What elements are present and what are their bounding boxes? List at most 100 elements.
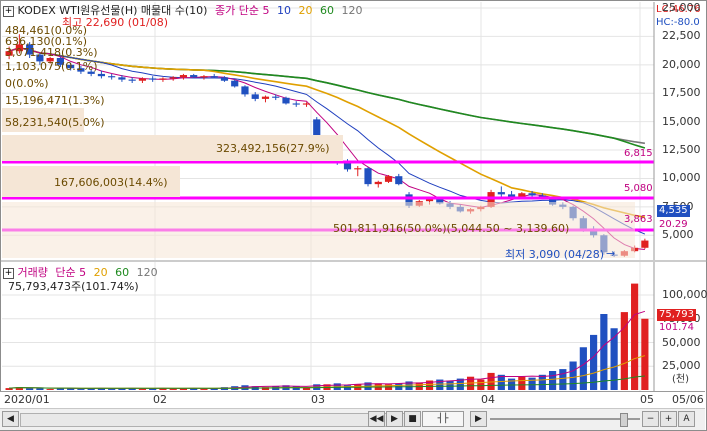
profile-label-4: 1,103,075(0.1%)	[5, 60, 98, 73]
candle-body	[497, 192, 505, 195]
series-label-simple: 단순	[238, 4, 259, 17]
zoom-out-button[interactable]: −	[642, 411, 659, 427]
x-label-apr: 04	[481, 393, 495, 406]
volume-bar	[507, 378, 516, 390]
volume-label-120: 120	[136, 266, 158, 279]
candle-body	[261, 96, 270, 99]
volume-bar	[559, 369, 567, 390]
profile-label-7: 58,231,540(5.0%)	[5, 116, 105, 129]
profile-label-3: 3,071,418(0.3%)	[5, 46, 98, 59]
candle-body	[272, 96, 280, 98]
zoom-track[interactable]	[490, 418, 640, 420]
price-axis-label: 12,500	[662, 143, 701, 157]
candle-body	[354, 168, 362, 170]
price-axis-label: 10,000	[662, 171, 701, 185]
hc-value: HC:-80.0	[656, 17, 700, 28]
scroll-track[interactable]	[20, 413, 420, 427]
volume-bar	[538, 374, 546, 390]
candle-body	[374, 181, 382, 185]
candle-body	[190, 75, 198, 78]
profile-label-6: 15,196,471(1.3%)	[5, 94, 105, 107]
volume-label-20: 20	[93, 266, 108, 279]
rewind-icon[interactable]: ◀◀	[368, 411, 385, 427]
candle-body	[343, 162, 352, 170]
series-label-60: 60	[319, 4, 334, 17]
series-label-10: 10	[276, 4, 291, 17]
price-axis-label: 15,000	[662, 114, 701, 128]
volume-tag-last: 75,793	[657, 309, 696, 321]
volume-bars	[5, 283, 649, 390]
volume-bar	[26, 388, 34, 390]
candle-body	[97, 73, 106, 77]
candle-body	[241, 86, 249, 95]
volume-bar	[631, 283, 639, 390]
volume-bar	[528, 377, 536, 390]
candle-body	[128, 79, 136, 81]
volume-bar	[477, 379, 485, 390]
x-label-jan: 2020/01	[4, 393, 50, 406]
candle-body	[200, 76, 208, 78]
profile-label-5: 0(0.0%)	[5, 77, 49, 90]
volume-bar	[600, 314, 608, 390]
price-tag-ma20: 6,815	[624, 148, 653, 159]
volume-bar	[77, 389, 85, 390]
volume-bar	[138, 389, 147, 390]
volume-unit: (천)	[672, 374, 690, 385]
candle-body	[118, 77, 126, 80]
x-label-feb: 02	[153, 393, 167, 406]
candle-body	[528, 193, 536, 196]
volume-bar	[641, 318, 649, 390]
plus-box-icon[interactable]: +	[3, 5, 14, 17]
x-label-may: 05	[640, 393, 654, 406]
volume-label: 거래량	[17, 266, 48, 279]
zoom-in-button[interactable]: +	[660, 411, 677, 427]
series-label-120: 120	[341, 4, 363, 17]
volume-label-60: 60	[115, 266, 130, 279]
candle-body	[251, 94, 259, 99]
volume-expand-icon[interactable]: +	[3, 267, 14, 279]
volume-bar	[46, 389, 54, 390]
volume-axis-label: 25,000	[662, 359, 701, 373]
price-tag-ma10: 5,080	[624, 183, 653, 194]
series-label-5: 5	[262, 4, 270, 17]
candle-body	[231, 80, 239, 87]
candle-body	[179, 75, 188, 78]
candle-body	[518, 193, 526, 197]
price-tag-ma5: 3,863	[624, 214, 653, 225]
fast-forward-icon[interactable]: ▶	[470, 411, 487, 427]
triangle-left-icon[interactable]: ◀	[2, 411, 19, 427]
candle-body	[138, 78, 147, 81]
series-label-20: 20	[298, 4, 313, 17]
volume-axis-label: 100,000	[662, 288, 707, 301]
volume-header: + 거래량 단순 5 20 60 120	[3, 266, 158, 279]
candle-body	[364, 168, 372, 185]
low-arrow-icon: →	[606, 247, 616, 260]
profile-label-8: 323,492,156(27.9%)	[216, 142, 330, 155]
stop-icon[interactable]: ■	[404, 411, 421, 427]
zoom-handle[interactable]	[620, 413, 628, 427]
candle-body	[149, 78, 157, 80]
chart-header: + KODEX WTI원유선물(H) 매물대 수(10) 종가 단순 5 10 …	[3, 4, 362, 17]
price-axis-label: 25,000	[662, 1, 701, 14]
volume-label-simple: 단순	[55, 266, 76, 279]
play-icon[interactable]: ▶	[386, 411, 403, 427]
percent-tag: 20.29	[659, 219, 688, 230]
candle-body	[210, 76, 218, 78]
candle-body	[641, 240, 649, 248]
candle-body	[507, 194, 516, 197]
volume-bar	[569, 361, 577, 390]
price-tag-last: 4,535	[657, 205, 690, 217]
volume-tag-ratio: 101.74	[659, 322, 694, 333]
volume-bar	[169, 389, 177, 390]
low-annotation: 최저 3,090 (04/28)	[505, 248, 605, 261]
volume-bar	[200, 389, 208, 390]
candle-body	[302, 103, 311, 105]
profile-label-9: 167,606,003(14.4%)	[54, 176, 168, 189]
x-label-mar: 03	[311, 393, 325, 406]
slider-handle-icon[interactable]: ┤├	[422, 411, 464, 427]
candle-body	[395, 176, 403, 185]
volume-value: 75,793,473주(101.74%)	[8, 280, 139, 293]
volume-bar	[548, 371, 557, 390]
candle-body	[108, 76, 116, 78]
text-size-button[interactable]: A	[678, 411, 695, 427]
